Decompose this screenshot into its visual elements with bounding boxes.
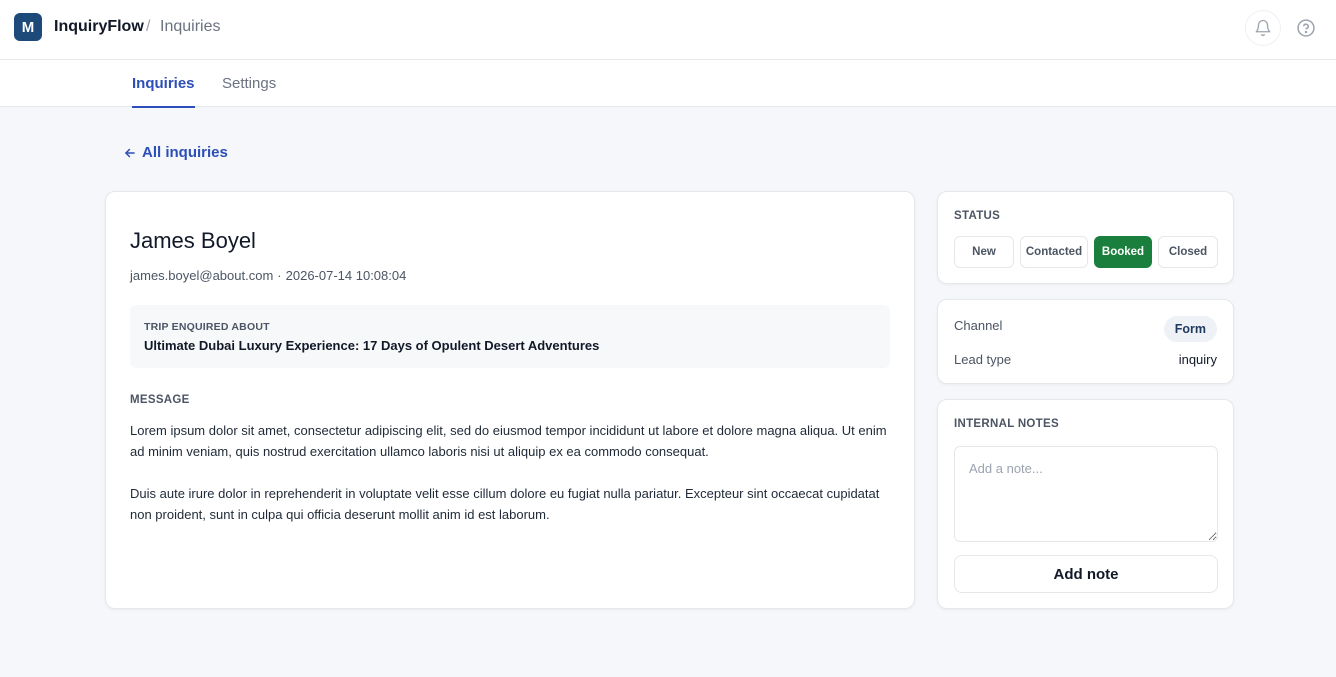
status-closed-button[interactable]: Closed	[1158, 236, 1218, 268]
inquiry-timestamp: 2026-07-14 10:08:04	[285, 268, 407, 283]
message-paragraph: Duis aute irure dolor in reprehenderit i…	[130, 486, 880, 522]
status-card: STATUS New Contacted Booked Closed	[937, 191, 1234, 284]
status-options: New Contacted Booked Closed	[954, 236, 1218, 268]
back-to-all-inquiries-link[interactable]: All inquiries	[123, 144, 228, 161]
note-input[interactable]	[954, 446, 1218, 542]
back-link-label: All inquiries	[142, 144, 228, 161]
status-contacted-button[interactable]: Contacted	[1020, 236, 1088, 268]
meta-separator: ·	[277, 268, 282, 283]
help-button[interactable]	[1288, 10, 1324, 46]
inquirer-name: James Boyel	[130, 228, 256, 253]
trip-info-box: TRIP ENQUIRED ABOUT Ultimate Dubai Luxur…	[130, 305, 890, 368]
inquiry-detail-card: James Boyel james.boyel@about.com · 2026-0…	[105, 191, 915, 609]
inquiry-meta: james.boyel@about.com · 2026-07-14 10:08:0…	[130, 268, 406, 283]
status-label: STATUS	[954, 210, 1001, 222]
brand-name[interactable]: InquiryFlow	[54, 18, 144, 36]
message-paragraph: Lorem ipsum dolor sit amet, consectetur …	[130, 423, 887, 459]
channel-label: Channel	[954, 318, 1003, 333]
arrow-left-icon	[125, 148, 135, 157]
question-circle-icon	[1297, 19, 1315, 37]
status-new-button[interactable]: New	[954, 236, 1014, 268]
top-bar: M InquiryFlow / Inquiries	[0, 0, 1336, 60]
breadcrumb-separator: /	[146, 18, 151, 35]
add-note-button[interactable]: Add note	[954, 555, 1218, 593]
status-booked-button[interactable]: Booked	[1094, 236, 1152, 268]
tab-bar: Inquiries Settings	[0, 60, 1336, 108]
lead-type-label: Lead type	[954, 352, 1012, 367]
channel-badge: Form	[1163, 316, 1217, 342]
message-label: MESSAGE	[130, 394, 190, 406]
trip-title: Ultimate Dubai Luxury Experience: 17 Day…	[144, 338, 600, 353]
inquirer-email: james.boyel@about.com	[130, 268, 274, 283]
app-logo[interactable]: M	[14, 13, 42, 41]
lead-details-card: Channel Form Lead type inquiry	[937, 299, 1234, 384]
tab-inquiries[interactable]: Inquiries	[132, 75, 195, 108]
message-body: Lorem ipsum dolor sit amet, consectetur …	[130, 420, 900, 546]
trip-label: TRIP ENQUIRED ABOUT	[144, 321, 270, 333]
breadcrumb-current: Inquiries	[160, 18, 221, 35]
notifications-button[interactable]	[1245, 10, 1281, 46]
bell-icon	[1255, 19, 1271, 37]
notes-label: INTERNAL NOTES	[954, 418, 1059, 430]
tab-settings[interactable]: Settings	[222, 75, 276, 106]
lead-type-value: inquiry	[1178, 352, 1217, 367]
internal-notes-card: INTERNAL NOTES Add note	[937, 399, 1234, 609]
